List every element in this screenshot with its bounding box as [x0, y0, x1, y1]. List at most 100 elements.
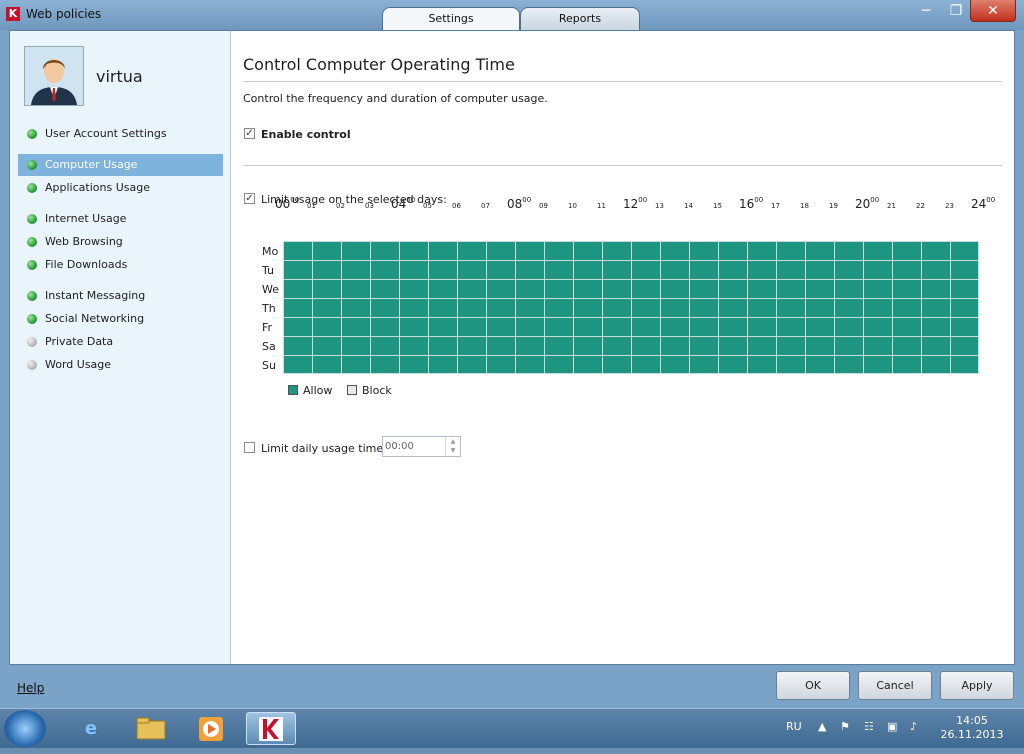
- divider: [243, 81, 1002, 82]
- volume-icon[interactable]: ♪: [910, 720, 917, 733]
- close-button[interactable]: ✕: [970, 0, 1016, 22]
- username: virtua: [96, 67, 143, 86]
- hour-label: 15: [713, 202, 722, 210]
- page-description: Control the frequency and duration of co…: [243, 92, 548, 105]
- start-button[interactable]: [4, 710, 46, 747]
- status-green-icon: [27, 237, 37, 247]
- sidebar-item-word-usage[interactable]: Word Usage: [18, 354, 223, 376]
- enable-control-checkbox[interactable]: ✓: [244, 128, 255, 139]
- hour-label: 13: [655, 202, 664, 210]
- status-green-icon: [27, 260, 37, 270]
- sidebar-item-instant-messaging[interactable]: Instant Messaging: [18, 285, 223, 307]
- allow-legend-label: Allow: [303, 384, 333, 397]
- sidebar-item-web-browsing[interactable]: Web Browsing: [18, 231, 223, 253]
- maximize-button[interactable]: ❐: [942, 0, 970, 22]
- hour-label: 23: [945, 202, 954, 210]
- tab-reports[interactable]: Reports: [520, 7, 640, 30]
- sidebar-item-applications-usage[interactable]: Applications Usage: [18, 177, 223, 199]
- hour-label: 05: [423, 202, 432, 210]
- status-grey-icon: [27, 337, 37, 347]
- tab-settings[interactable]: Settings: [382, 7, 520, 31]
- title-bar[interactable]: K Web policies Settings Reports ─ ❐ ✕: [0, 0, 1024, 31]
- avatar: [24, 46, 84, 106]
- hour-label: 06: [452, 202, 461, 210]
- sidebar-item-social-networking[interactable]: Social Networking: [18, 308, 223, 330]
- status-green-icon: [27, 314, 37, 324]
- limit-daily-checkbox[interactable]: [244, 442, 255, 453]
- sidebar-item-computer-usage[interactable]: Computer Usage: [18, 154, 223, 176]
- block-legend-label: Block: [362, 384, 392, 397]
- help-link[interactable]: Help: [17, 681, 44, 695]
- taskbar: e RU ▲ ⚑ ☷ ▣ ♪ 14:05 26.11.2013: [0, 708, 1024, 748]
- page-title: Control Computer Operating Time: [243, 55, 515, 74]
- kaspersky-icon: K: [6, 7, 20, 21]
- hour-label: 19: [829, 202, 838, 210]
- hour-label: 1600: [739, 196, 764, 211]
- day-label: Fr: [262, 321, 273, 334]
- day-label: Tu: [262, 264, 275, 277]
- tray-arrow-icon[interactable]: ▲: [818, 720, 826, 733]
- explorer-folder-icon[interactable]: [126, 712, 176, 745]
- enable-control-label[interactable]: Enable control: [261, 128, 351, 141]
- day-label: Su: [262, 359, 276, 372]
- clock-time: 14:05: [956, 714, 988, 727]
- day-label: We: [262, 283, 279, 296]
- hour-label: 0400: [391, 196, 416, 211]
- media-player-icon[interactable]: [186, 712, 236, 745]
- day-label: Th: [262, 302, 276, 315]
- day-label: Sa: [262, 340, 276, 353]
- status-green-icon: [27, 291, 37, 301]
- daily-time-stepper[interactable]: 00:00 ▲ ▼: [382, 436, 461, 457]
- sidebar-item-private-data[interactable]: Private Data: [18, 331, 223, 353]
- sidebar-item-user-account-settings[interactable]: User Account Settings: [18, 123, 223, 145]
- hour-label: 1200: [623, 196, 648, 211]
- ok-button[interactable]: OK: [776, 671, 850, 700]
- stepper-arrows-icon[interactable]: ▲ ▼: [445, 437, 460, 456]
- user-avatar-icon: [25, 47, 83, 105]
- daily-time-value[interactable]: 00:00: [385, 441, 414, 452]
- hour-label: 0000: [275, 196, 300, 211]
- hour-label: 0800: [507, 196, 532, 211]
- limit-days-checkbox[interactable]: ✓: [244, 193, 255, 204]
- status-green-icon: [27, 214, 37, 224]
- allow-swatch: [288, 385, 298, 395]
- minimize-button[interactable]: ─: [912, 0, 940, 22]
- app-window: K Web policies Settings Reports ─ ❐ ✕ vi…: [0, 0, 1024, 708]
- day-label: Mo: [262, 245, 279, 258]
- apply-button[interactable]: Apply: [940, 671, 1014, 700]
- hour-label: 17: [771, 202, 780, 210]
- hour-label: 10: [568, 202, 577, 210]
- internet-explorer-icon[interactable]: e: [66, 712, 116, 745]
- window-title: Web policies: [26, 7, 102, 21]
- kaspersky-taskbar-icon[interactable]: [246, 712, 296, 745]
- hour-label: 14: [684, 202, 693, 210]
- divider: [243, 165, 1002, 166]
- hour-label: 09: [539, 202, 548, 210]
- hour-label: 01: [307, 202, 316, 210]
- cancel-button[interactable]: Cancel: [858, 671, 932, 700]
- hour-label: 2000: [855, 196, 880, 211]
- sidebar-item-internet-usage[interactable]: Internet Usage: [18, 208, 223, 230]
- sidebar: virtua User Account Settings Computer Us…: [10, 31, 231, 664]
- clock[interactable]: 14:05 26.11.2013: [940, 714, 1004, 742]
- block-swatch: [347, 385, 357, 395]
- footer-bar: Help OK Cancel Apply: [0, 665, 1024, 708]
- schedule-grid[interactable]: [283, 241, 979, 374]
- hour-label: 03: [365, 202, 374, 210]
- hour-label: 22: [916, 202, 925, 210]
- hour-label: 07: [481, 202, 490, 210]
- safely-remove-icon[interactable]: ☷: [864, 720, 874, 733]
- clock-date: 26.11.2013: [940, 728, 1004, 741]
- status-grey-icon: [27, 360, 37, 370]
- hour-label: 18: [800, 202, 809, 210]
- language-indicator[interactable]: RU: [786, 720, 802, 733]
- limit-daily-label[interactable]: Limit daily usage time:: [261, 442, 387, 455]
- network-icon[interactable]: ▣: [887, 720, 897, 733]
- sidebar-item-file-downloads[interactable]: File Downloads: [18, 254, 223, 276]
- status-green-icon: [27, 129, 37, 139]
- hour-label: 11: [597, 202, 606, 210]
- status-green-icon: [27, 183, 37, 193]
- action-center-icon[interactable]: ⚑: [840, 720, 850, 733]
- status-green-icon: [27, 160, 37, 170]
- hour-label: 2400: [971, 196, 996, 211]
